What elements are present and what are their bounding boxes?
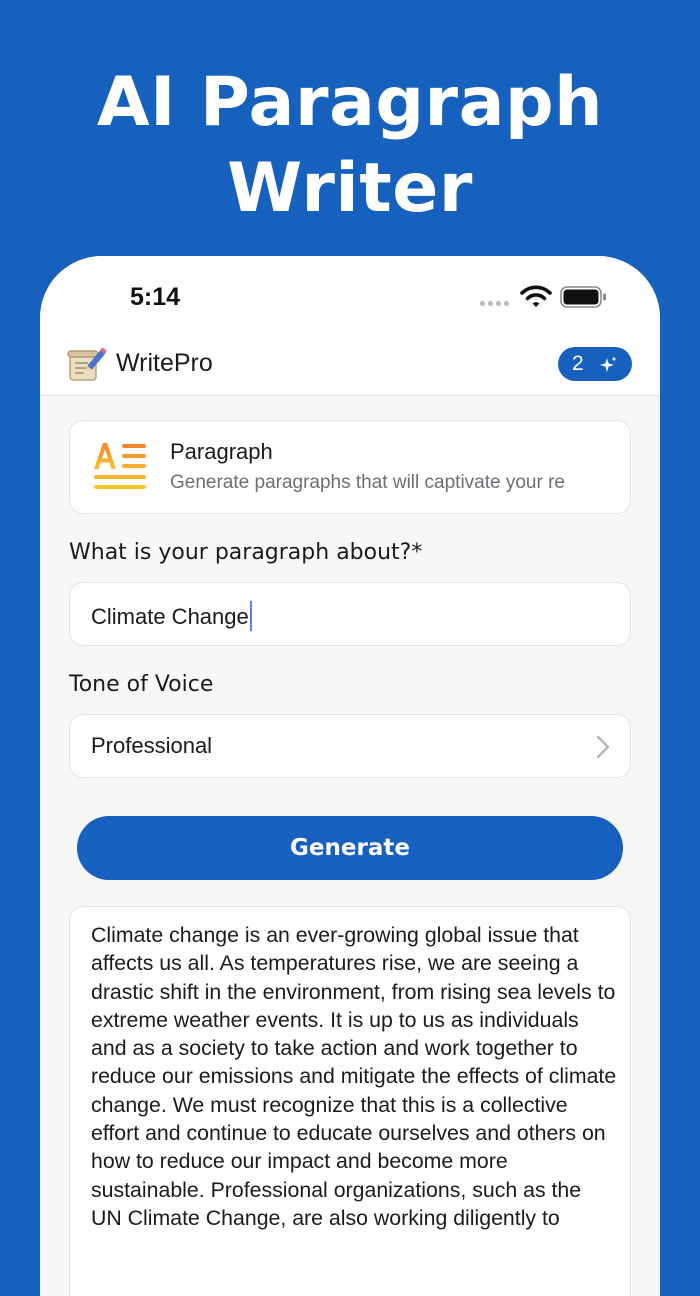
tone-select[interactable]: Professional: [69, 714, 631, 778]
wifi-icon: [520, 285, 552, 307]
app-header: 5:14 WritePro 2: [40, 256, 660, 396]
app-name: WritePro: [116, 349, 213, 377]
battery-icon: [560, 286, 606, 308]
tone-select-value: Professional: [91, 733, 213, 758]
text-align-icon: [94, 443, 146, 489]
generate-button[interactable]: Generate: [77, 816, 623, 880]
signal-dots-icon: [480, 301, 514, 307]
status-time: 5:14: [130, 283, 181, 311]
chevron-right-icon: [596, 735, 610, 759]
topic-label: What is your paragraph about?*: [69, 540, 423, 565]
tone-label: Tone of Voice: [69, 672, 214, 697]
phone-frame: 5:14 WritePro 2 Paragraph Generate parag…: [40, 256, 660, 1296]
topic-input[interactable]: Climate Change: [69, 582, 631, 646]
promo-title-line1: AI Paragraph: [96, 63, 604, 142]
sparkle-icon: [600, 356, 617, 372]
tool-card[interactable]: Paragraph Generate paragraphs that will …: [69, 420, 631, 514]
output-box[interactable]: Climate change is an ever-growing global…: [69, 906, 631, 1296]
scroll-pencil-icon: [67, 347, 106, 381]
promo-title: AI Paragraph Writer: [0, 60, 700, 232]
credits-count: 2: [572, 352, 584, 375]
output-text: Climate change is an ever-growing global…: [91, 923, 617, 1230]
text-caret: [249, 601, 252, 631]
promo-title-line2: Writer: [227, 149, 473, 228]
tool-description: Generate paragraphs that will captivate …: [170, 472, 565, 493]
tool-title: Paragraph: [170, 439, 273, 464]
topic-input-value: Climate Change: [91, 601, 252, 631]
credits-badge[interactable]: 2: [558, 347, 632, 381]
